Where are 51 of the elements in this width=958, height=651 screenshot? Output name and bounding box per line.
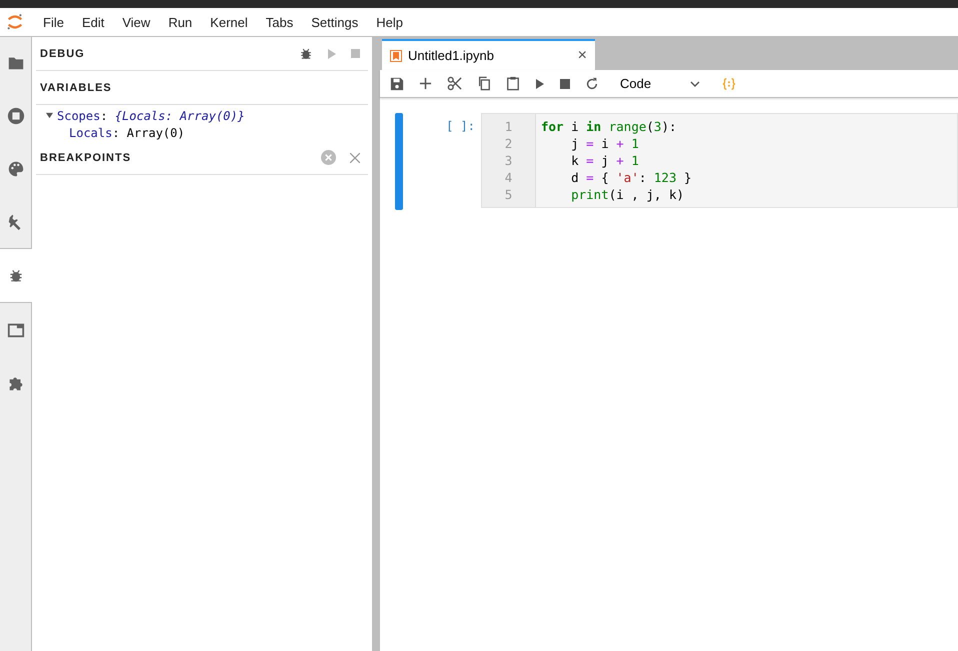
menu-item[interactable]: Tabs	[256, 14, 302, 30]
variable-label: Locals: Array(0)	[69, 126, 185, 140]
tab-title: Untitled1.ipynb	[408, 48, 495, 63]
jupyter-logo	[6, 12, 24, 32]
cell-prompt: [ ]:	[445, 118, 476, 133]
close-button[interactable]: ×	[578, 46, 587, 64]
code-line: j = i + 1	[570, 135, 640, 152]
bug-icon	[8, 268, 24, 284]
stop-circle-icon	[6, 106, 24, 124]
chevron-icon	[690, 80, 700, 86]
window-icon	[6, 320, 24, 338]
copy-icon[interactable]	[477, 76, 491, 91]
run-icon[interactable]	[535, 78, 545, 88]
menu-item[interactable]: Run	[159, 14, 202, 30]
variable-label: Scopes: {Locals: Array(0)}	[57, 108, 245, 122]
line-number: 4	[504, 169, 512, 186]
restart-icon[interactable]	[585, 76, 599, 90]
cell-type-dropdown[interactable]: Code	[614, 76, 706, 91]
menu-item[interactable]: File	[34, 14, 73, 30]
close-icon[interactable]	[350, 152, 360, 162]
menu-item[interactable]: Settings	[302, 14, 368, 30]
bug-icon[interactable]	[299, 46, 313, 60]
code-line: k = j + 1	[570, 152, 640, 169]
menu-item[interactable]: Help	[367, 14, 412, 30]
panel-title: DEBUG	[40, 48, 85, 60]
scissors-icon[interactable]	[447, 76, 462, 91]
sidebar-tab[interactable]	[0, 195, 32, 248]
section-title: BREAKPOINTS	[40, 152, 132, 164]
menu-item[interactable]: View	[113, 14, 160, 30]
code-line: print(i , j, k)	[570, 186, 685, 203]
sidebar-tab[interactable]	[0, 303, 32, 356]
palette-icon	[6, 160, 24, 178]
plus-icon[interactable]	[419, 77, 432, 90]
cell-selection-bar[interactable]	[395, 113, 403, 210]
stop-icon[interactable]	[560, 78, 570, 88]
code-line: for i in range(3):	[541, 118, 678, 135]
line-number: 3	[504, 152, 512, 169]
menu-item[interactable]: Kernel	[201, 14, 257, 30]
section-title: VARIABLES	[40, 82, 112, 94]
line-number: 1	[504, 118, 512, 135]
line-number: 5	[504, 186, 512, 203]
clipboard-icon[interactable]	[506, 76, 520, 91]
menu-item[interactable]: Edit	[72, 14, 114, 30]
save-icon[interactable]	[390, 76, 404, 90]
notebook-icon	[390, 50, 402, 62]
notebook-tab[interactable]: Untitled1.ipynb ×	[382, 39, 595, 70]
sidebar-tab[interactable]	[0, 248, 32, 303]
code-editor[interactable]: 1 2 3 4 5 for i in range(3): j = i + 1 k = j + 1 d = { 'a': 123 } print(i , j, k)	[481, 113, 958, 208]
code-line: d = { 'a': 123 }	[570, 169, 692, 186]
line-number: 2	[504, 135, 512, 152]
sidebar-tab[interactable]	[0, 37, 32, 89]
